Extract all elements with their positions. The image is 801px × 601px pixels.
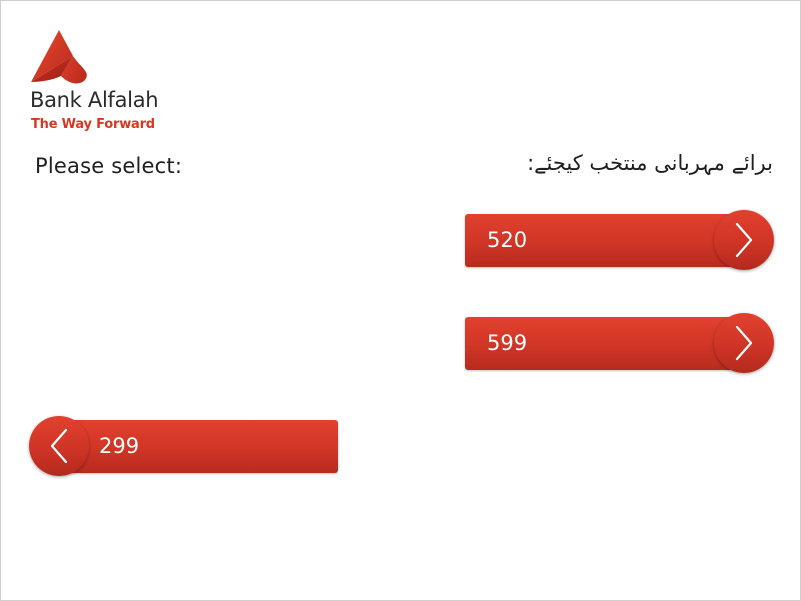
- chevron-left-icon: [50, 428, 68, 464]
- prompt-urdu: برائے مہربانی منتخب کیجئے:: [527, 151, 773, 175]
- bank-name: Bank Alfalah: [30, 88, 159, 112]
- chevron-right-icon: [735, 222, 753, 258]
- option-299-button[interactable]: 299: [29, 416, 339, 476]
- option-bar[interactable]: [55, 420, 338, 473]
- option-599-button[interactable]: 599: [465, 313, 775, 373]
- option-circle[interactable]: [29, 416, 89, 476]
- option-circle[interactable]: [714, 313, 774, 373]
- option-520-button[interactable]: 520: [465, 210, 775, 270]
- atm-screen: Bank Alfalah The Way Forward Please sele…: [0, 0, 801, 601]
- prompt-english: Please select:: [35, 154, 183, 178]
- bank-tagline: The Way Forward: [31, 117, 155, 132]
- option-label[interactable]: 520: [487, 214, 527, 267]
- option-circle[interactable]: [714, 210, 774, 270]
- option-label[interactable]: 299: [99, 420, 139, 473]
- bank-logo-mark-icon: [31, 30, 87, 84]
- bank-logo: Bank Alfalah The Way Forward: [29, 28, 189, 138]
- chevron-right-icon: [735, 325, 753, 361]
- option-label[interactable]: 599: [487, 317, 527, 370]
